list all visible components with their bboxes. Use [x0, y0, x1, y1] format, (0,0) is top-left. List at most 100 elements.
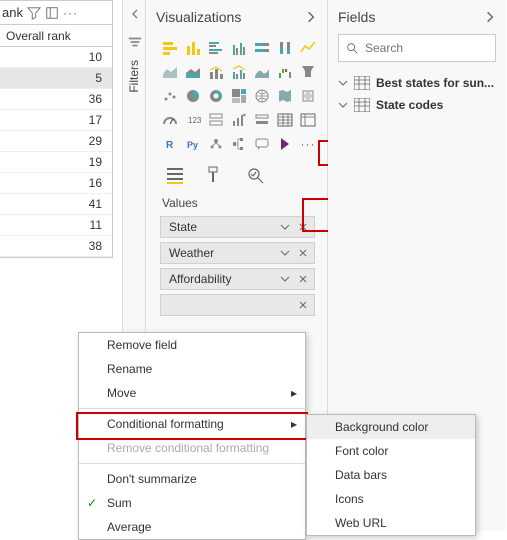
remove-field-icon[interactable] — [294, 218, 312, 236]
more-options-icon[interactable]: ··· — [63, 6, 78, 20]
qa-visual-icon[interactable] — [252, 134, 272, 154]
chevron-right-icon[interactable] — [484, 11, 496, 23]
table-header-text: ank — [2, 5, 23, 20]
chevron-left-icon[interactable] — [123, 0, 147, 28]
stacked-column-icon[interactable] — [183, 38, 203, 58]
table-icon — [354, 98, 370, 112]
more-visuals-icon[interactable]: ··· — [298, 134, 318, 154]
submenu-background-color[interactable]: Background color — [307, 415, 475, 439]
key-influencers-icon[interactable] — [206, 134, 226, 154]
submenu-icons[interactable]: Icons — [307, 487, 475, 511]
menu-separator — [79, 463, 305, 464]
waterfall-icon[interactable] — [275, 62, 295, 82]
menu-average[interactable]: Average — [79, 515, 305, 539]
format-tab[interactable] — [204, 164, 226, 186]
filter-icon[interactable] — [27, 6, 41, 20]
chevron-down-icon[interactable] — [276, 218, 294, 236]
funnel-icon[interactable] — [298, 62, 318, 82]
card-icon[interactable]: 123 — [183, 110, 203, 130]
table-node[interactable]: State codes — [328, 94, 506, 116]
remove-field-icon[interactable] — [294, 296, 312, 314]
remove-field-icon[interactable] — [294, 270, 312, 288]
submenu-font-color[interactable]: Font color — [307, 439, 475, 463]
value-well-affordability[interactable]: Affordability — [160, 268, 315, 290]
pie-icon[interactable] — [183, 86, 203, 106]
fields-tab[interactable] — [164, 164, 186, 186]
table-header-bar: ank ··· — [0, 1, 112, 25]
kpi-icon[interactable] — [229, 110, 249, 130]
line-chart-icon[interactable] — [298, 38, 318, 58]
donut-icon[interactable] — [206, 86, 226, 106]
analytics-tab[interactable] — [244, 164, 266, 186]
powerapps-icon[interactable] — [275, 134, 295, 154]
shape-map-icon[interactable] — [298, 86, 318, 106]
context-menu: Remove field Rename Move▸ Conditional fo… — [78, 332, 306, 540]
hundred-column-icon[interactable] — [275, 38, 295, 58]
table-icon — [354, 76, 370, 90]
value-well-next[interactable] — [160, 294, 315, 316]
filled-map-icon[interactable] — [275, 86, 295, 106]
stacked-bar-icon[interactable] — [160, 38, 180, 58]
stacked-area-icon[interactable] — [183, 62, 203, 82]
table-row[interactable]: 29 — [0, 131, 112, 152]
context-submenu: Background color Font color Data bars Ic… — [306, 414, 476, 536]
clustered-bar-icon[interactable] — [206, 38, 226, 58]
chevron-down-icon[interactable] — [276, 244, 294, 262]
table-row[interactable]: 10 — [0, 47, 112, 68]
clustered-column-icon[interactable] — [229, 38, 249, 58]
checkmark-icon: ✓ — [87, 496, 97, 510]
table-node[interactable]: Best states for sun... — [328, 72, 506, 94]
value-wells: State Weather Affordability — [146, 216, 327, 316]
menu-remove-field[interactable]: Remove field — [79, 333, 305, 357]
search-icon — [345, 41, 359, 55]
search-input[interactable] — [338, 34, 496, 62]
map-icon[interactable] — [252, 86, 272, 106]
treemap-icon[interactable] — [229, 86, 249, 106]
menu-separator — [79, 408, 305, 409]
remove-field-icon[interactable] — [294, 244, 312, 262]
menu-sum[interactable]: ✓Sum — [79, 491, 305, 515]
column-header[interactable]: Overall rank — [0, 25, 112, 47]
value-well-weather[interactable]: Weather — [160, 242, 315, 264]
focus-mode-icon[interactable] — [45, 6, 59, 20]
chevron-right-icon[interactable] — [305, 11, 317, 23]
slicer-icon[interactable] — [252, 110, 272, 130]
hundred-bar-icon[interactable] — [252, 38, 272, 58]
table-row[interactable]: 17 — [0, 110, 112, 131]
table-icon[interactable] — [275, 110, 295, 130]
table-row[interactable]: 5 — [0, 68, 112, 89]
filters-icon[interactable] — [123, 28, 147, 56]
menu-move[interactable]: Move▸ — [79, 381, 305, 405]
menu-remove-conditional-formatting: Remove conditional formatting — [79, 436, 305, 460]
python-visual-icon[interactable]: Py — [183, 134, 203, 154]
menu-conditional-formatting[interactable]: Conditional formatting▸ — [79, 412, 305, 436]
line-clustered-icon[interactable] — [229, 62, 249, 82]
decomposition-tree-icon[interactable] — [229, 134, 249, 154]
table-row[interactable]: 19 — [0, 152, 112, 173]
r-visual-icon[interactable]: R — [160, 134, 180, 154]
table-row[interactable]: 36 — [0, 89, 112, 110]
multi-row-card-icon[interactable] — [206, 110, 226, 130]
chevron-down-icon — [338, 78, 348, 88]
filters-label[interactable]: Filters — [127, 60, 141, 95]
table-row[interactable]: 41 — [0, 194, 112, 215]
submenu-data-bars[interactable]: Data bars — [307, 463, 475, 487]
area-chart-icon[interactable] — [160, 62, 180, 82]
scatter-icon[interactable] — [160, 86, 180, 106]
menu-rename[interactable]: Rename — [79, 357, 305, 381]
table-row[interactable]: 11 — [0, 215, 112, 236]
table-row[interactable]: 16 — [0, 173, 112, 194]
svg-text:123: 123 — [188, 116, 201, 125]
ribbon-chart-icon[interactable] — [252, 62, 272, 82]
gauge-icon[interactable] — [160, 110, 180, 130]
value-well-state[interactable]: State — [160, 216, 315, 238]
line-column-icon[interactable] — [206, 62, 226, 82]
matrix-icon[interactable] — [298, 110, 318, 130]
table-row[interactable]: 38 — [0, 236, 112, 257]
viz-tabs — [146, 154, 327, 192]
submenu-web-url[interactable]: Web URL — [307, 511, 475, 535]
menu-dont-summarize[interactable]: Don't summarize — [79, 467, 305, 491]
svg-text:Py: Py — [187, 140, 198, 150]
chevron-down-icon[interactable] — [276, 270, 294, 288]
search-field[interactable] — [365, 41, 507, 55]
